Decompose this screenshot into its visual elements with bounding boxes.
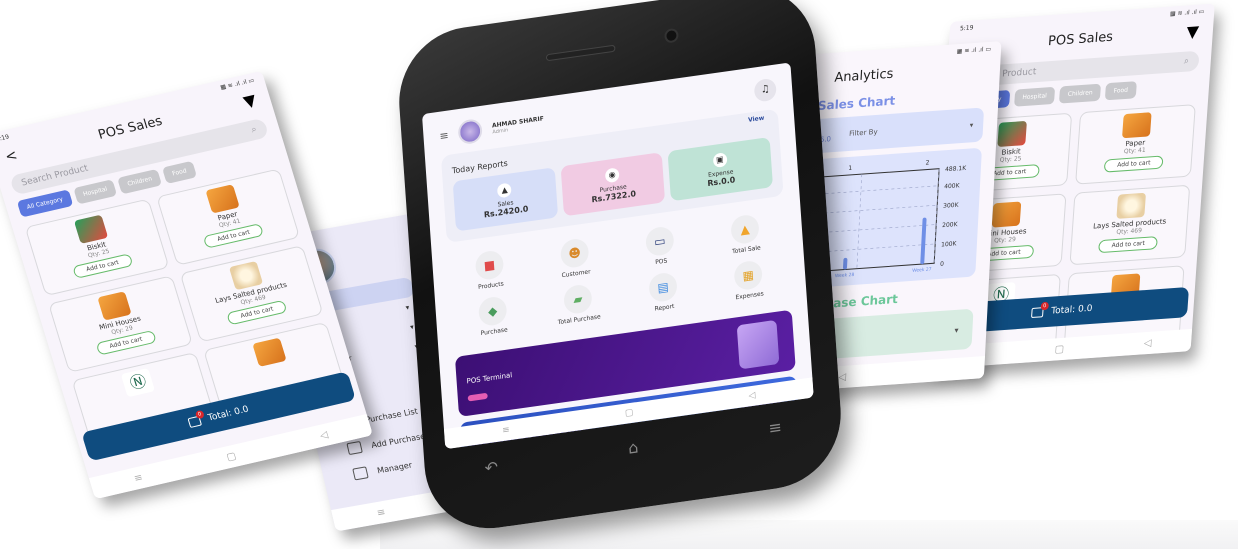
home-icon[interactable]: ▢ (1054, 343, 1064, 355)
front-camera (664, 27, 679, 44)
product-image (205, 184, 240, 214)
back-key-icon[interactable]: ↶ (484, 457, 499, 478)
banner-title: POS Terminal (466, 371, 513, 386)
report-icon: ▤ (648, 271, 678, 304)
chip-children[interactable]: Children (117, 168, 163, 195)
menu-item-expenses[interactable]: ▦ Expenses (707, 256, 791, 305)
x-category-label: Week 27 (912, 266, 932, 273)
report-tile-sales[interactable]: ▲ Sales Rs.2420.0 (452, 167, 558, 232)
hamburger-menu-icon[interactable]: ≡ (439, 128, 449, 142)
menu-item-report[interactable]: ▤ Report (621, 268, 705, 317)
cart-icon: 0 (187, 409, 205, 429)
page-title: POS Sales (1047, 29, 1114, 50)
product-image (1116, 192, 1146, 219)
y-tick-label: 200K (942, 221, 959, 229)
recent-apps-icon[interactable]: ≡ (133, 472, 144, 484)
banner-subtitle: for Sale in 2020 (474, 445, 545, 449)
recent-apps-icon[interactable]: ≡ (502, 425, 510, 436)
purchase-icon: ◉ (604, 166, 620, 183)
pos-terminal-image (736, 319, 780, 370)
add-to-cart-button[interactable]: Add to cart (71, 253, 134, 279)
add-to-cart-button[interactable]: Add to cart (95, 329, 157, 356)
search-icon[interactable]: ⌕ (1184, 56, 1190, 66)
product-image (252, 337, 287, 367)
menu-key-icon[interactable]: ≡ (768, 417, 783, 438)
search-icon[interactable]: ⌕ (250, 125, 258, 136)
menu-item-purchase[interactable]: ◆ Purchase (451, 292, 535, 341)
product-card[interactable]: Paper Qty: 41 Add to cart (1074, 104, 1196, 185)
menu-item-pos[interactable]: ▭ POS (618, 222, 702, 271)
brand-logo-image: Ⓝ (121, 367, 156, 398)
add-purchase-icon (346, 440, 363, 456)
purchase-icon: ◆ (477, 295, 508, 328)
shopping-bag-icon[interactable]: ▼ (1186, 22, 1200, 42)
product-image (74, 214, 109, 244)
y-tick-label: 100K (941, 240, 958, 248)
total-purchase-icon: ▰ (563, 283, 593, 316)
back-icon[interactable]: < (3, 147, 19, 165)
chip-children[interactable]: Children (1059, 83, 1102, 104)
back-nav-icon[interactable]: ◁ (748, 390, 756, 401)
phone-speaker (545, 44, 616, 62)
home-icon[interactable]: ▢ (225, 450, 237, 463)
add-to-cart-button[interactable]: Add to cart (1098, 236, 1159, 254)
banner-cta-button[interactable] (467, 392, 488, 402)
pos-icon: ▭ (644, 225, 675, 258)
cart-count-badge: 0 (194, 409, 205, 420)
chip-food[interactable]: Food (1105, 81, 1137, 101)
total-sale-icon: ▲ (730, 213, 760, 246)
user-avatar[interactable] (457, 117, 484, 146)
chip-food[interactable]: Food (162, 160, 197, 184)
menu-item-total-purchase[interactable]: ▰ Total Purchase (536, 280, 620, 329)
bar (920, 217, 927, 265)
phone-body: ≡ AHMAD SHARIF Admin ♫ View Today Reports… (394, 0, 846, 538)
home-key-icon[interactable]: ⌂ (628, 437, 639, 457)
product-image (1121, 112, 1152, 139)
product-card[interactable]: Lays Salted products Qty: 469 Add to cart (1068, 184, 1191, 266)
product-image (228, 260, 263, 291)
pos-sales-screen-left: 5:19 ▦ ≋ .ıl .ıl ▭ < POS Sales ▼ Search P… (0, 70, 374, 500)
product-image (97, 291, 132, 321)
manager-icon (352, 466, 369, 481)
report-tile-expense[interactable]: ▣ Expense Rs.0.0 (667, 137, 774, 202)
phone-device: ≡ AHMAD SHARIF Admin ♫ View Today Reports… (370, 0, 910, 538)
y-tick-label: 400K (944, 182, 961, 190)
expense-icon: ▣ (712, 151, 728, 168)
customer-icon: ☻ (559, 237, 590, 270)
cart-total: Total: 0.0 (206, 404, 250, 424)
menu-item-total-sale[interactable]: ▲ Total Sale (703, 210, 787, 259)
report-tile-purchase[interactable]: ◉ Purchase Rs.7322.0 (560, 152, 666, 217)
shopping-bag-icon[interactable]: ▼ (241, 90, 259, 111)
back-nav-icon[interactable]: ◁ (319, 429, 330, 441)
home-icon[interactable]: ▢ (625, 408, 634, 419)
dropdown-arrow-icon[interactable]: ▾ (954, 325, 958, 334)
dashboard-screen: ≡ AHMAD SHARIF Admin ♫ View Today Reports… (421, 62, 814, 450)
expenses-icon: ▦ (733, 259, 764, 292)
cart-total: Total: 0.0 (1050, 303, 1093, 317)
y-tick-label: 300K (943, 202, 960, 210)
products-icon: ■ (474, 249, 505, 282)
add-to-cart-button[interactable]: Add to cart (226, 299, 288, 326)
chip-hospital[interactable]: Hospital (1013, 86, 1056, 107)
menu-item-products[interactable]: ■ Products (448, 246, 532, 295)
showcase-stage: Dashboard Products▾ Expense▾ Order Booke… (0, 0, 1238, 549)
bell-icon[interactable]: ♫ (753, 77, 777, 103)
sales-icon: ▲ (497, 181, 512, 198)
cart-icon: 0 (1030, 301, 1049, 319)
back-nav-icon[interactable]: ◁ (1143, 337, 1151, 349)
x-tick-label: 2 (925, 159, 929, 166)
cart-count-badge: 0 (1040, 301, 1049, 311)
y-tick-label: 488.1K (945, 165, 967, 174)
y-tick-label: 0 (940, 261, 944, 268)
product-image (997, 120, 1028, 147)
chip-hospital[interactable]: Hospital (73, 179, 118, 205)
product-image (991, 201, 1022, 228)
add-to-cart-button[interactable]: Add to cart (1103, 155, 1164, 173)
add-to-cart-button[interactable]: Add to cart (202, 222, 265, 249)
dropdown-arrow-icon[interactable]: ▾ (970, 121, 974, 129)
menu-item-customer[interactable]: ☻ Customer (533, 234, 617, 283)
